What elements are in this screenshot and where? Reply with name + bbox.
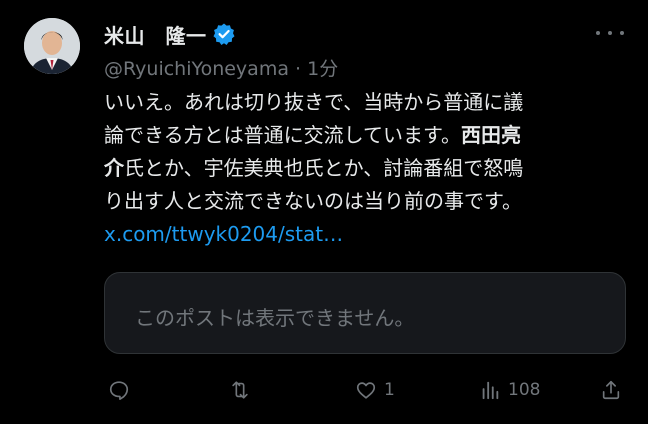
like-count: 1 [384,380,395,400]
avatar[interactable] [24,18,80,74]
tweet-timestamp[interactable]: 1分 [307,58,338,80]
tweet-header: 米山 隆一 @RyuichiYoneyama · 1分 [104,18,624,81]
quoted-post-unavailable[interactable]: このポストは表示できません。 [104,272,626,354]
author-meta: @RyuichiYoneyama · 1分 [104,54,338,81]
views-button[interactable]: 108 [478,376,540,404]
author-name-line[interactable]: 米山 隆一 [104,20,236,48]
author-handle[interactable]: @RyuichiYoneyama [104,58,289,80]
reply-button[interactable] [108,376,136,404]
more-options-icon[interactable] [596,26,624,40]
verified-badge-icon[interactable] [212,22,236,46]
tweet-text-line: いいえ。あれは切り抜きで、当時から普通に議 [104,90,524,114]
bold-name: 介 [104,156,124,180]
heart-icon [356,382,376,399]
views-chart-icon [482,381,499,400]
unavailable-message: このポストは表示できません。 [135,306,415,330]
reply-icon [109,381,129,400]
retweet-button[interactable] [228,376,258,404]
bold-name: 西田亮 [461,123,521,147]
views-count: 108 [508,380,541,400]
tweet-text-segment: 論できる方とは普通に交流しています。 [104,123,461,147]
tweet-text-segment: 氏とか、宇佐美典也氏とか、討論番組で怒鳴 [124,156,524,180]
author-display-name[interactable]: 米山 隆一 [104,20,207,49]
tweet-text-line: り出す人と交流できないのは当り前の事です。 [104,189,522,213]
retweet-icon [232,381,248,399]
like-button[interactable]: 1 [354,376,395,404]
tweet-card[interactable]: 米山 隆一 @RyuichiYoneyama · 1分 いいえ。あれは切り抜きで… [0,0,648,424]
tweet-link[interactable]: x.com/ttwyk0204/stat… [104,218,624,251]
tweet-text: いいえ。あれは切り抜きで、当時から普通に議 論できる方とは普通に交流しています。… [104,86,624,251]
meta-separator: · [288,58,308,80]
share-icon [602,380,620,400]
share-button[interactable] [600,376,628,404]
tweet-text-line: 論できる方とは普通に交流しています。西田亮 [104,119,624,152]
action-bar: 1 108 [104,376,628,404]
tweet-text-line: 介氏とか、宇佐美典也氏とか、討論番組で怒鳴 [104,152,624,185]
